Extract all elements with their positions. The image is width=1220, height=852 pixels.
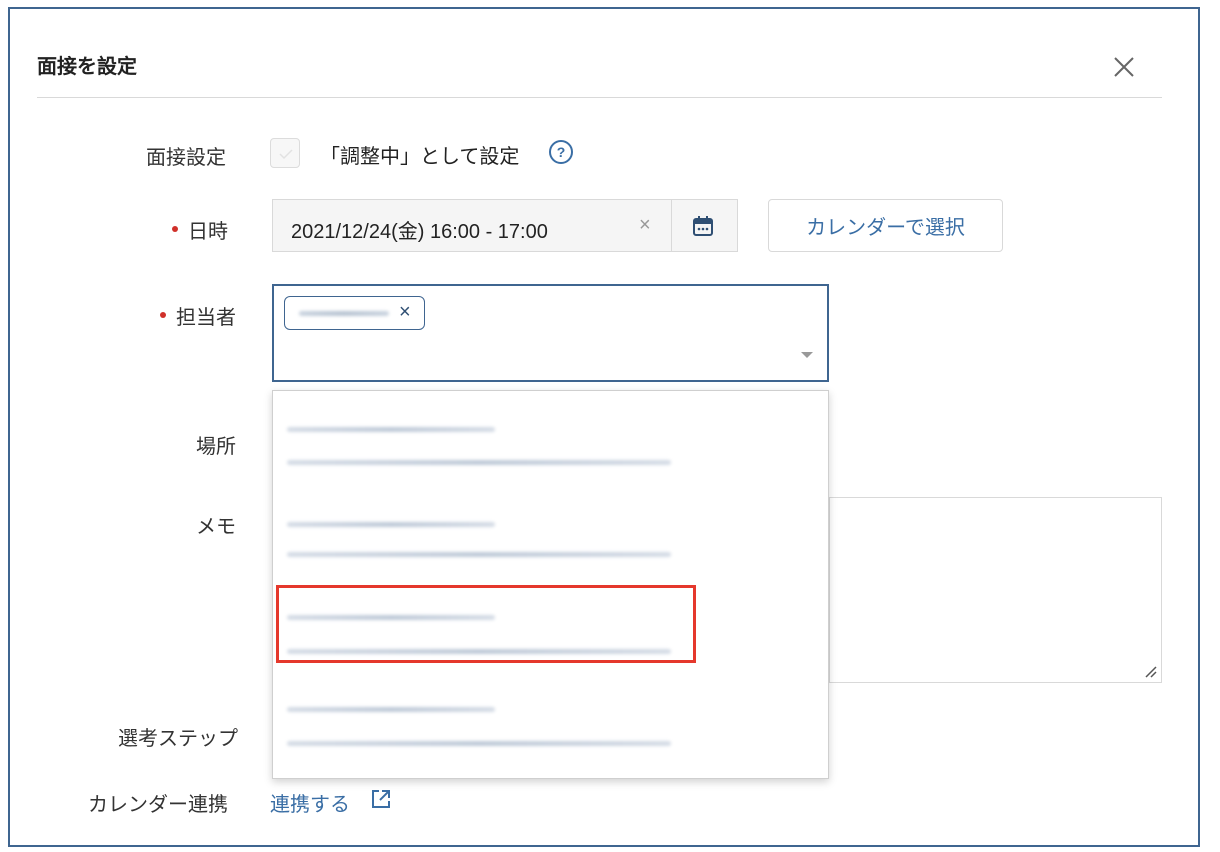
adjusting-checkbox-label: 「調整中」として設定: [320, 146, 520, 168]
dropdown-option[interactable]: [273, 486, 828, 576]
required-dot: [160, 312, 166, 318]
assignee-select[interactable]: ×: [272, 284, 829, 382]
calendar-link-label: カレンダー連携: [88, 794, 228, 816]
memo-label: メモ: [196, 516, 236, 538]
memo-textarea[interactable]: [829, 497, 1162, 683]
interview-setting-label: 面接設定: [146, 147, 226, 169]
resize-grip-icon[interactable]: [1143, 664, 1157, 678]
datetime-value: 2021/12/24(金) 16:00 - 17:00: [291, 221, 548, 243]
calendar-select-button[interactable]: カレンダーで選択: [768, 199, 1003, 252]
assignee-tag-name: [299, 311, 389, 316]
calendar-icon[interactable]: [691, 214, 715, 238]
datetime-label: 日時: [188, 221, 228, 243]
dropdown-option[interactable]: [273, 581, 828, 671]
external-link-icon[interactable]: [370, 788, 392, 810]
svg-text:?: ?: [557, 144, 566, 160]
datetime-input[interactable]: 2021/12/24(金) 16:00 - 17:00 ×: [272, 199, 738, 252]
tag-remove-icon[interactable]: ×: [399, 301, 411, 324]
header-divider: [37, 97, 1162, 98]
assignee-label: 担当者: [176, 307, 236, 329]
adjusting-checkbox[interactable]: [270, 138, 300, 168]
dialog-title: 面接を設定: [37, 56, 137, 78]
question-circle-icon[interactable]: ?: [548, 139, 574, 165]
datetime-clear-icon[interactable]: ×: [639, 214, 651, 237]
required-dot: [172, 226, 178, 232]
assignee-dropdown-menu: [272, 390, 829, 779]
close-icon[interactable]: [1110, 53, 1138, 81]
caret-down-icon[interactable]: [801, 352, 813, 358]
dropdown-option[interactable]: [273, 391, 828, 481]
assignee-tag: ×: [284, 296, 425, 330]
datetime-separator: [671, 200, 672, 251]
calendar-link[interactable]: 連携する: [270, 788, 350, 817]
location-label: 場所: [196, 436, 236, 458]
dropdown-option[interactable]: [273, 676, 828, 766]
selection-step-label: 選考ステップ: [118, 728, 238, 750]
